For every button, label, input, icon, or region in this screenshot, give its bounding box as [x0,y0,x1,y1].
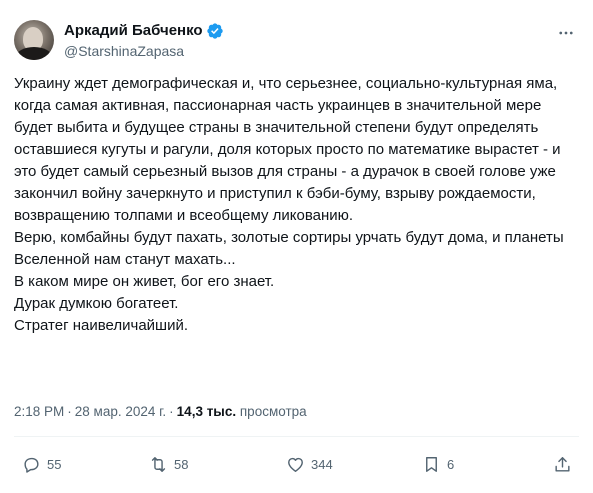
action-bar: 55 58 344 6 [0,450,593,478]
avatar-shoulders [16,47,52,60]
views-label: просмотра [239,404,307,419]
author-avatar[interactable] [14,20,54,60]
tweet-paragraph: Верю, комбайны будут пахать, золотые сор… [14,229,568,268]
repost-button[interactable]: 58 [149,450,188,478]
reply-icon [24,457,39,473]
author-name[interactable]: Аркадий Бабченко [64,22,203,40]
tweet-paragraph: В каком мире он живет, бог его знает. [14,273,275,290]
bookmark-count: 6 [447,456,455,472]
tweet-meta: 2:18 PM · 28 мар. 2024 г. · 14,3 тыс. просмо… [14,403,307,421]
more-options-icon[interactable] [557,24,575,42]
bookmark-icon [426,456,437,472]
meta-separator: · [67,404,72,419]
repost-icon [151,456,166,472]
like-count: 344 [311,456,333,472]
author-handle[interactable]: @StarshinaZapasa [64,42,184,60]
share-icon [555,456,570,472]
tweet-date[interactable]: 28 мар. 2024 г. [75,404,166,419]
bookmark-button[interactable]: 6 [422,450,454,478]
tweet-text: Украину ждет демографическая и, что серь… [14,73,584,337]
meta-separator: · [169,404,174,419]
tweet-paragraph: Дурак думкою богатеет. [14,295,179,312]
like-button[interactable]: 344 [286,450,333,478]
verified-badge-icon[interactable] [206,22,224,40]
tweet-paragraph: Украину ждет демографическая и, что серь… [14,75,565,224]
repost-count: 58 [174,456,189,472]
tweet-paragraph: Стратег наивеличайший. [14,317,189,334]
tweet-header: Аркадий Бабченко @StarshinaZapasa [14,18,579,62]
views-count: 14,3 тыс. [176,404,237,419]
share-button[interactable] [553,450,572,478]
tweet-time[interactable]: 2:18 PM [14,404,64,419]
heart-icon [288,457,303,472]
divider [14,436,579,437]
tweet-card: Аркадий Бабченко @StarshinaZapasa Украин… [0,0,593,493]
reply-count: 55 [47,456,62,472]
author-name-row: Аркадий Бабченко [64,22,224,40]
reply-button[interactable]: 55 [22,450,61,478]
